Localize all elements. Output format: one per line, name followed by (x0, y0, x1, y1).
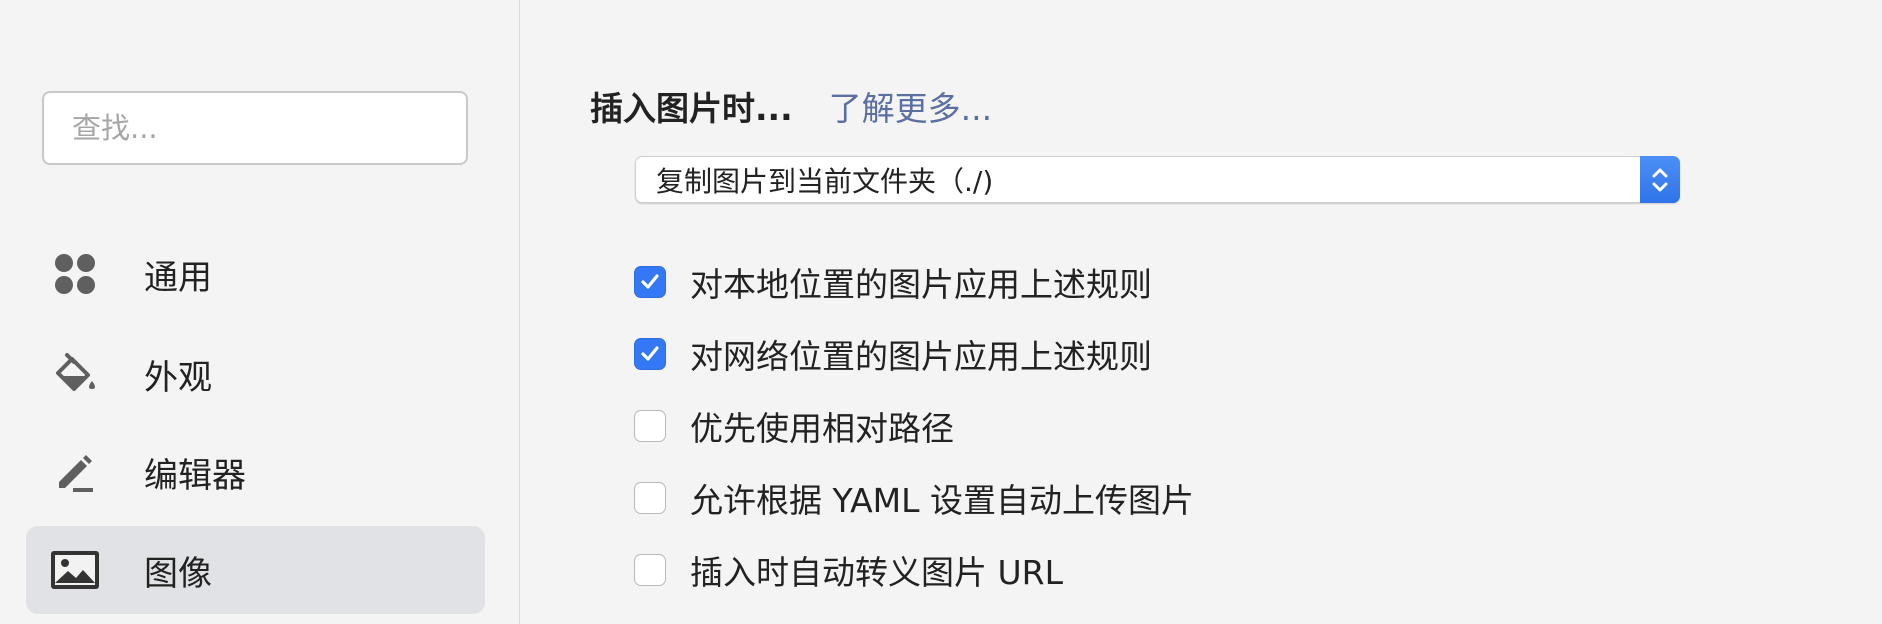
option-escape-url[interactable]: 插入时自动转义图片 URL (634, 546, 1063, 594)
paint-bucket-icon (50, 349, 100, 399)
general-icon (50, 249, 100, 299)
option-label: 优先使用相对路径 (690, 409, 954, 448)
checkmark-icon (641, 274, 659, 289)
search-input[interactable]: 查找... (42, 91, 468, 165)
option-label: 对本地位置的图片应用上述规则 (690, 265, 1152, 304)
sidebar-item-general[interactable]: 通用 (26, 230, 485, 318)
sidebar-item-label: 图像 (144, 553, 212, 594)
checkbox-checked[interactable] (634, 266, 666, 298)
option-apply-network[interactable]: 对网络位置的图片应用上述规则 (634, 330, 1152, 378)
chevron-up-down-icon (1640, 156, 1680, 203)
image-insert-action-select[interactable]: 复制图片到当前文件夹（./) (635, 156, 1680, 203)
sidebar-item-editor[interactable]: 编辑器 (26, 428, 485, 516)
section-heading: 插入图片时... (590, 89, 793, 128)
image-icon (50, 545, 100, 595)
sidebar-item-image[interactable]: 图像 (26, 526, 485, 614)
option-yaml-upload[interactable]: 允许根据 YAML 设置自动上传图片 (634, 474, 1194, 522)
option-label: 对网络位置的图片应用上述规则 (690, 337, 1152, 376)
sidebar-item-label: 通用 (144, 257, 212, 298)
checkmark-icon (641, 346, 659, 361)
checkbox-checked[interactable] (634, 338, 666, 370)
image-settings-panel: 插入图片时... 了解更多... 复制图片到当前文件夹（./) 对本地位置的图片… (520, 0, 1882, 624)
learn-more-link[interactable]: 了解更多... (829, 82, 992, 130)
checkbox-unchecked[interactable] (634, 410, 666, 442)
option-relative-path[interactable]: 优先使用相对路径 (634, 402, 954, 450)
pencil-icon (50, 447, 100, 497)
sidebar: 查找... 通用 外观 编辑器 图像 (0, 0, 520, 624)
option-label: 允许根据 YAML 设置自动上传图片 (690, 481, 1195, 520)
select-value: 复制图片到当前文件夹（./) (656, 164, 994, 198)
checkbox-unchecked[interactable] (634, 554, 666, 586)
preferences-window: 查找... 通用 外观 编辑器 图像 插入图片时... 了解更多... 复制图片… (0, 0, 1882, 624)
option-label: 插入时自动转义图片 URL (690, 553, 1063, 592)
option-apply-local[interactable]: 对本地位置的图片应用上述规则 (634, 258, 1152, 306)
sidebar-item-label: 外观 (144, 357, 212, 398)
checkbox-unchecked[interactable] (634, 482, 666, 514)
insert-image-header: 插入图片时... 了解更多... (590, 82, 992, 130)
sidebar-item-label: 编辑器 (144, 455, 246, 496)
sidebar-item-appearance[interactable]: 外观 (26, 330, 485, 418)
